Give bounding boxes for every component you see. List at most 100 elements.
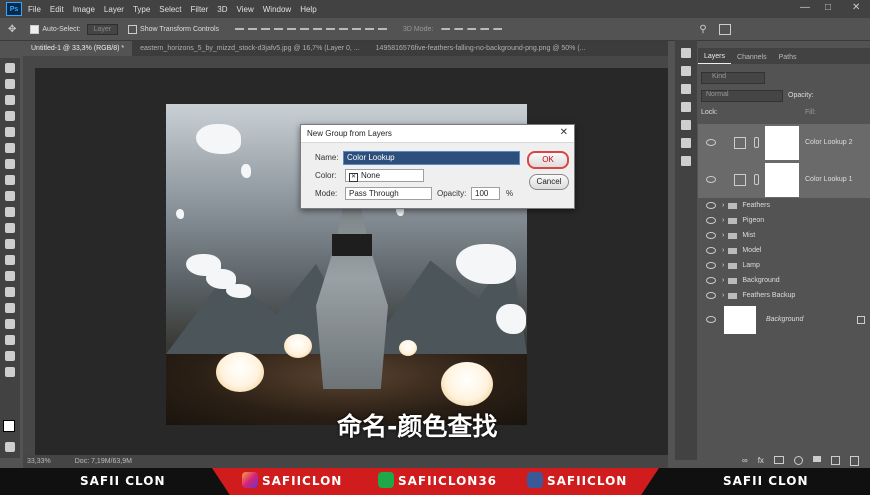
chevron-right-icon[interactable]: › <box>722 262 724 269</box>
distribute-left-icon[interactable] <box>352 28 362 30</box>
search-icon[interactable]: ⚲ <box>699 24 706 35</box>
eye-icon[interactable] <box>706 139 716 146</box>
foreground-color-swatch[interactable] <box>3 420 15 432</box>
menu-help[interactable]: Help <box>300 5 316 14</box>
tab-untitled-1[interactable]: Untitled-1 @ 33,3% (RGB/8) * <box>23 41 133 56</box>
properties-panel-icon[interactable] <box>681 84 691 94</box>
align-middle-icon[interactable] <box>248 28 258 30</box>
align-center-icon[interactable] <box>287 28 297 30</box>
align-right-icon[interactable] <box>300 28 310 30</box>
paragraph-panel-icon[interactable] <box>681 156 691 166</box>
healing-brush-tool-icon[interactable] <box>5 159 15 169</box>
trash-icon[interactable] <box>849 456 859 466</box>
cancel-button[interactable]: Cancel <box>529 174 569 190</box>
brush-settings-panel-icon[interactable] <box>681 120 691 130</box>
opacity-field[interactable]: 100 <box>471 187 500 200</box>
align-bottom-icon[interactable] <box>261 28 271 30</box>
history-panel-icon[interactable] <box>681 48 691 58</box>
adjustment-layer-icon[interactable] <box>793 456 803 465</box>
menu-window[interactable]: Window <box>263 5 291 14</box>
quick-select-tool-icon[interactable] <box>5 111 15 121</box>
lock-icon[interactable] <box>857 315 866 324</box>
new-layer-icon[interactable] <box>830 456 840 465</box>
add-mask-icon[interactable] <box>773 456 784 464</box>
blend-mode-dropdown[interactable]: Normal <box>701 90 783 102</box>
actions-panel-icon[interactable] <box>681 66 691 76</box>
chevron-right-icon[interactable]: › <box>722 202 724 209</box>
distribute-bottom-icon[interactable] <box>339 28 349 30</box>
eye-icon[interactable] <box>706 217 716 224</box>
tab-eastern-horizons[interactable]: eastern_horizons_5_by_mizzd_stock-d3jafv… <box>132 41 368 56</box>
new-group-icon[interactable] <box>812 456 821 462</box>
move-tool-icon[interactable] <box>5 63 15 73</box>
layer-group-feathers-backup[interactable]: › Feathers Backup <box>698 288 870 303</box>
distribute-right-icon[interactable] <box>378 28 388 30</box>
menu-view[interactable]: View <box>237 5 254 14</box>
eye-icon[interactable] <box>706 277 716 284</box>
eye-icon[interactable] <box>706 316 716 323</box>
restore-icon[interactable]: □ <box>825 2 831 13</box>
history-brush-tool-icon[interactable] <box>5 207 15 217</box>
align-left-icon[interactable] <box>274 28 284 30</box>
zoom-tool-icon[interactable] <box>5 367 15 377</box>
chevron-right-icon[interactable]: › <box>722 292 724 299</box>
close-icon[interactable]: ✕ <box>852 2 860 13</box>
quick-mask-icon[interactable] <box>5 442 15 452</box>
layer-group-background[interactable]: › Background <box>698 273 870 288</box>
dodge-tool-icon[interactable] <box>5 271 15 281</box>
tab-layers[interactable]: Layers <box>698 53 732 64</box>
menu-file[interactable]: File <box>28 5 41 14</box>
fx-icon[interactable]: fx <box>758 456 764 466</box>
mode-dropdown[interactable]: Pass Through <box>345 187 432 200</box>
minimize-icon[interactable]: — <box>800 2 810 13</box>
close-icon[interactable]: ✕ <box>560 127 568 138</box>
brush-tool-icon[interactable] <box>5 175 15 185</box>
gradient-tool-icon[interactable] <box>5 239 15 249</box>
pen-tool-icon[interactable] <box>5 287 15 297</box>
layer-group-lamp[interactable]: › Lamp <box>698 258 870 273</box>
lasso-tool-icon[interactable] <box>5 95 15 105</box>
menu-edit[interactable]: Edit <box>50 5 64 14</box>
workspace-icon[interactable] <box>718 23 731 35</box>
distribute-center-icon[interactable] <box>365 28 375 30</box>
menu-3d[interactable]: 3D <box>217 5 227 14</box>
crop-tool-icon[interactable] <box>5 127 15 137</box>
eye-icon[interactable] <box>706 292 716 299</box>
menu-layer[interactable]: Layer <box>104 5 124 14</box>
layer-group-model[interactable]: › Model <box>698 243 870 258</box>
hand-tool-icon[interactable] <box>5 351 15 361</box>
kind-filter-dropdown[interactable]: Kind <box>701 72 765 84</box>
show-transform-checkbox[interactable] <box>128 24 138 34</box>
eraser-tool-icon[interactable] <box>5 223 15 233</box>
3d-slide-icon[interactable] <box>480 28 490 30</box>
shape-tool-icon[interactable] <box>5 335 15 345</box>
3d-roll-icon[interactable] <box>454 28 464 30</box>
tab-feathers-png[interactable]: 1495816576five-feathers-falling-no-backg… <box>368 41 594 56</box>
link-layers-icon[interactable]: ∞ <box>742 456 748 466</box>
eye-icon[interactable] <box>706 262 716 269</box>
eye-icon[interactable] <box>706 176 716 183</box>
layer-row-color-lookup-1[interactable]: Color Lookup 1 <box>698 161 870 198</box>
layer-group-feathers[interactable]: › Feathers <box>698 198 870 213</box>
type-tool-icon[interactable] <box>5 303 15 313</box>
distribute-middle-icon[interactable] <box>326 28 336 30</box>
layer-row-color-lookup-2[interactable]: Color Lookup 2 <box>698 124 870 161</box>
chevron-right-icon[interactable]: › <box>722 247 724 254</box>
eyedropper-tool-icon[interactable] <box>5 143 15 153</box>
zoom-level[interactable]: 33,33% <box>27 458 51 465</box>
menu-image[interactable]: Image <box>73 5 95 14</box>
layer-row-background[interactable]: Background <box>698 303 870 336</box>
move-tool-icon[interactable]: ✥ <box>8 24 16 35</box>
menu-filter[interactable]: Filter <box>191 5 209 14</box>
chevron-right-icon[interactable]: › <box>722 277 724 284</box>
color-dropdown[interactable]: ✕ None <box>345 169 424 182</box>
layer-group-pigeon[interactable]: › Pigeon <box>698 213 870 228</box>
eye-icon[interactable] <box>706 232 716 239</box>
tab-channels[interactable]: Channels <box>731 54 773 64</box>
3d-scale-icon[interactable] <box>493 28 503 30</box>
menu-select[interactable]: Select <box>159 5 181 14</box>
eye-icon[interactable] <box>706 202 716 209</box>
layer-group-mist[interactable]: › Mist <box>698 228 870 243</box>
distribute-top-icon[interactable] <box>313 28 323 30</box>
ok-button[interactable]: OK <box>527 151 569 169</box>
